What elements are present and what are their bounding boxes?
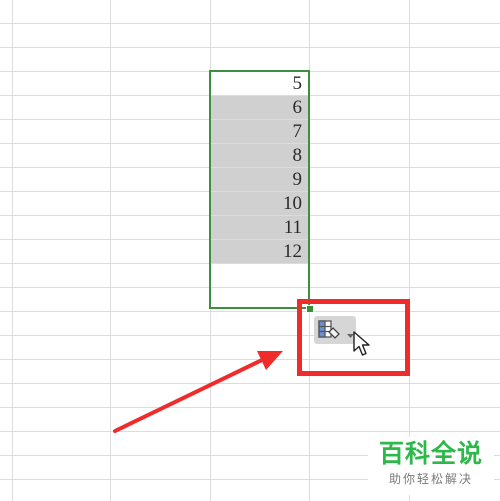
annotation-arrow bbox=[113, 351, 283, 433]
watermark-title: 百科全说 bbox=[378, 439, 483, 468]
watermark-logo: 百科全说 助你轻松解决 bbox=[368, 437, 494, 495]
watermark-subtitle: 助你轻松解决 bbox=[388, 472, 473, 486]
